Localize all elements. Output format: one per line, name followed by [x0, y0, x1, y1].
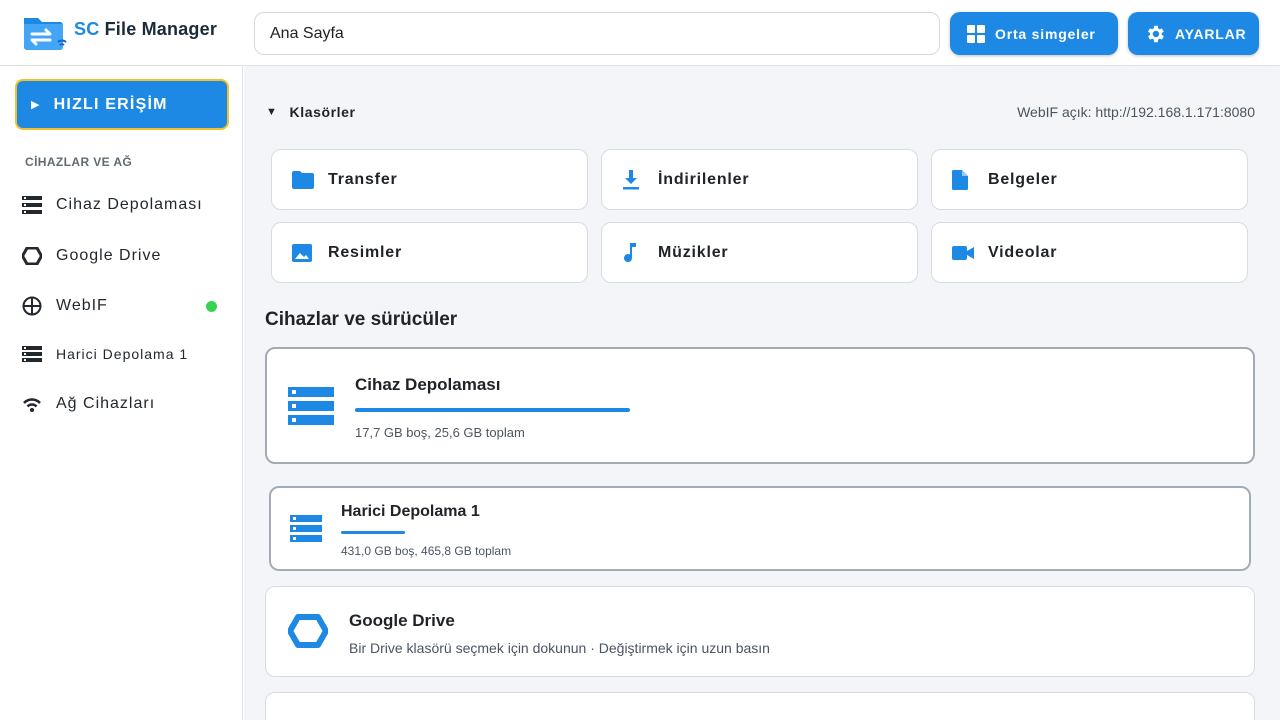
device-card-next[interactable]	[265, 692, 1255, 720]
play-icon: ▶	[31, 99, 41, 111]
device-name: Harici Depolama 1	[341, 503, 480, 520]
document-icon	[952, 169, 988, 190]
folder-tile-label: Videolar	[988, 243, 1058, 261]
storage-icon	[22, 346, 56, 362]
folder-icon	[292, 170, 328, 189]
path-search-input[interactable]	[254, 12, 940, 55]
view-mode-button[interactable]: Orta simgeler	[950, 12, 1118, 55]
sidebar-item-label: Harici Depolama 1	[56, 346, 189, 362]
folder-tile-downloads[interactable]: İndirilenler	[601, 149, 918, 210]
storage-icon	[22, 196, 56, 214]
folders-section-toggle[interactable]: ▼ Klasörler	[266, 104, 356, 120]
sidebar-item-external-storage[interactable]: Harici Depolama 1	[22, 336, 227, 372]
settings-label: AYARLAR	[1175, 25, 1247, 42]
device-details: Bir Drive klasörü seçmek için dokunun · …	[349, 640, 770, 656]
app-logo-icon	[22, 12, 70, 52]
globe-icon	[22, 296, 56, 316]
device-card-external-storage[interactable]: Harici Depolama 1 431,0 GB boş, 465,8 GB…	[269, 486, 1251, 571]
device-details: 431,0 GB boş, 465,8 GB toplam	[341, 544, 512, 558]
sidebar: ▶ HIZLI ERİŞİM CİHAZLAR VE AĞ Cihaz Depo…	[0, 66, 243, 720]
folder-tile-pictures[interactable]: Resimler	[271, 222, 588, 283]
sidebar-item-device-storage[interactable]: Cihaz Depolaması	[22, 187, 227, 223]
view-mode-label: Orta simgeler	[995, 25, 1096, 42]
image-icon	[292, 243, 328, 262]
sidebar-item-webif[interactable]: WebIF	[22, 288, 227, 324]
sidebar-item-label: Google Drive	[56, 247, 162, 264]
device-name: Google Drive	[349, 611, 455, 630]
sidebar-section-title: CİHAZLAR VE AĞ	[25, 155, 133, 169]
folder-tile-videos[interactable]: Videolar	[931, 222, 1248, 283]
online-status-indicator	[206, 301, 217, 312]
video-icon	[952, 245, 988, 260]
folder-tile-music[interactable]: Müzikler	[601, 222, 918, 283]
device-card-internal-storage[interactable]: Cihaz Depolaması 17,7 GB boş, 25,6 GB to…	[265, 347, 1255, 464]
main-content: ▼ Klasörler WebIF açık: http://192.168.1…	[244, 66, 1280, 720]
sidebar-item-network-devices[interactable]: Ağ Cihazları	[22, 386, 227, 422]
sidebar-item-label: WebIF	[56, 297, 108, 314]
folders-section-title: Klasörler	[289, 104, 356, 120]
music-icon	[622, 242, 658, 263]
download-icon	[622, 169, 658, 190]
grid-icon	[967, 24, 985, 43]
sidebar-item-google-drive[interactable]: Google Drive	[22, 238, 227, 274]
storage-icon	[288, 387, 334, 430]
device-details: 17,7 GB boş, 25,6 GB toplam	[355, 425, 525, 440]
webif-status-text: WebIF açık: http://192.168.1.171:8080	[1017, 104, 1255, 120]
devices-section-title: Cihazlar ve sürücüler	[265, 309, 458, 330]
folder-tile-label: İndirilenler	[658, 170, 750, 188]
settings-button[interactable]: AYARLAR	[1128, 12, 1259, 55]
quick-access-label: HIZLI ERİŞİM	[53, 95, 168, 113]
folder-tile-label: Resimler	[328, 243, 402, 261]
caret-down-icon: ▼	[266, 106, 278, 118]
storage-usage-bar	[341, 531, 405, 534]
sidebar-item-label: Ağ Cihazları	[56, 395, 156, 412]
folder-tile-label: Transfer	[328, 170, 398, 188]
folder-tile-transfer[interactable]: Transfer	[271, 149, 588, 210]
device-card-google-drive[interactable]: Google Drive Bir Drive klasörü seçmek iç…	[265, 586, 1255, 677]
storage-usage-bar	[355, 408, 630, 412]
sidebar-item-label: Cihaz Depolaması	[56, 196, 203, 213]
top-bar: SC File Manager Orta simgeler AYARLAR	[0, 0, 1280, 66]
app-title: SC File Manager	[74, 19, 218, 39]
google-drive-icon	[22, 247, 56, 265]
google-drive-icon	[287, 614, 329, 653]
folder-tile-label: Belgeler	[988, 170, 1058, 188]
storage-icon	[290, 515, 322, 547]
folder-tile-label: Müzikler	[658, 243, 729, 261]
device-name: Cihaz Depolaması	[355, 375, 501, 394]
quick-access-button[interactable]: ▶ HIZLI ERİŞİM	[15, 79, 229, 130]
folder-tile-documents[interactable]: Belgeler	[931, 149, 1248, 210]
wifi-icon	[22, 396, 56, 412]
gear-icon	[1148, 25, 1164, 42]
